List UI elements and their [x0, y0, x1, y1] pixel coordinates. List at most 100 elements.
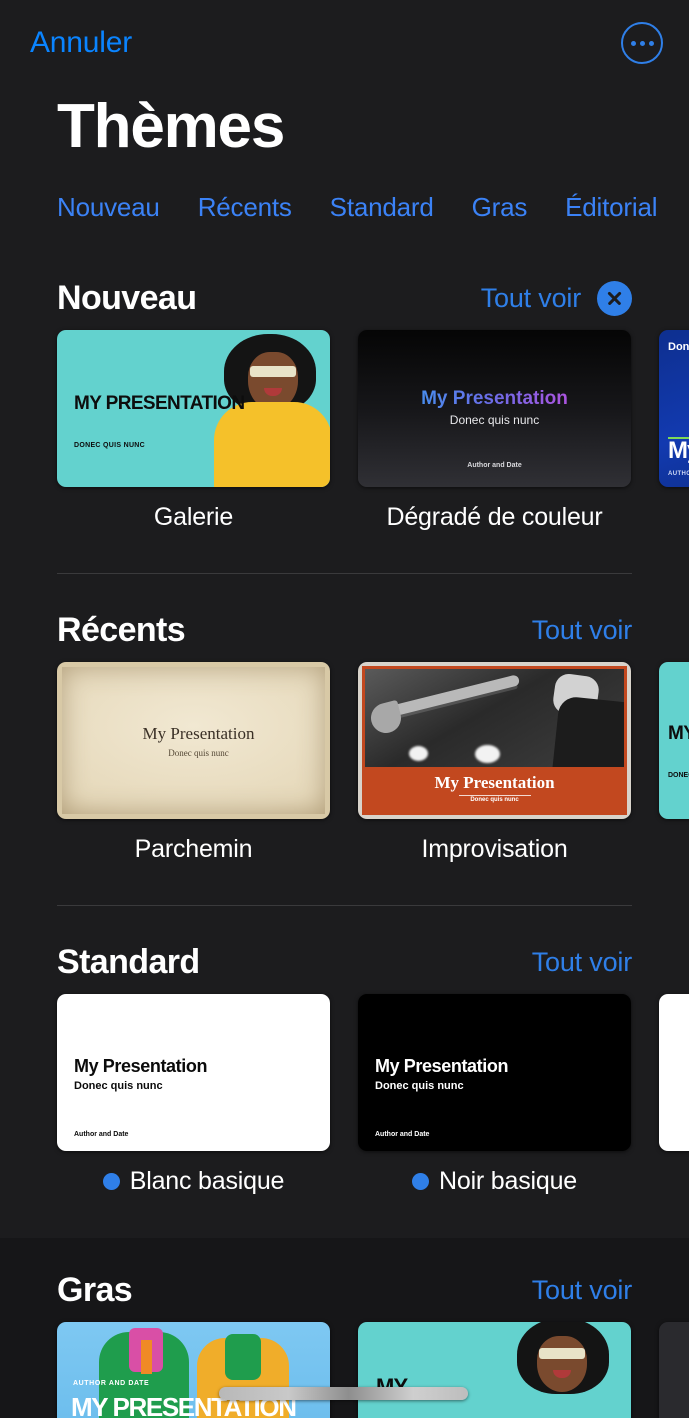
- theme-thumbnail-galerie[interactable]: MY PRESENTATION DONEC QUIS NUNC: [57, 330, 330, 487]
- slide-title: MY PRESENTATION: [668, 723, 689, 744]
- theme-thumbnail-partial-blue[interactable]: Donec My AUTHOR AND DATE: [659, 330, 689, 487]
- section-title: Récents: [57, 610, 186, 649]
- bokeh-light-2: [475, 745, 500, 763]
- theme-card-gras-3[interactable]: [659, 1322, 689, 1418]
- navigation-bar: Annuler: [0, 0, 689, 86]
- theme-name: Improvisation: [421, 835, 568, 863]
- slide-subtitle: Donec: [668, 341, 689, 353]
- see-all-button-recents[interactable]: Tout voir: [532, 615, 632, 646]
- slide-title: MY PRESENTATION: [74, 393, 245, 414]
- see-all-button-gras[interactable]: Tout voir: [532, 1275, 632, 1306]
- slide-subtitle: Donec quis nunc: [168, 748, 229, 758]
- section-actions: Tout voir: [532, 947, 632, 978]
- sunglasses-shape: [539, 1348, 585, 1359]
- theme-row-standard[interactable]: My Presentation Donec quis nunc Author a…: [0, 994, 689, 1196]
- theme-name: Dégradé de couleur: [386, 503, 603, 531]
- section-nouveau: Nouveau Tout voir MY PRESENTATION DONEC …: [0, 266, 689, 574]
- slide-footer: Author and Date: [74, 1131, 129, 1138]
- theme-label-blanc-basique: Blanc basique: [57, 1167, 330, 1196]
- orange-tie: [141, 1340, 152, 1374]
- slide-title: My Presentation: [358, 388, 631, 410]
- section-title: Standard: [57, 942, 200, 981]
- slide-subtitle: Donec quis nunc: [470, 797, 519, 803]
- theme-name: Blanc basique: [129, 1167, 285, 1195]
- see-all-button-standard[interactable]: Tout voir: [532, 947, 632, 978]
- theme-name: Galerie: [153, 503, 234, 531]
- section-actions: Tout voir: [532, 615, 632, 646]
- section-header-standard: Standard Tout voir: [0, 930, 689, 994]
- theme-row-nouveau[interactable]: MY PRESENTATION DONEC QUIS NUNC Galerie …: [0, 330, 689, 532]
- title-rule: [458, 795, 531, 796]
- theme-label-improvisation: Improvisation: [358, 835, 631, 864]
- theme-card-partial-teal[interactable]: MY PRESENTATION DONEC: [659, 662, 689, 819]
- slide-footer: AUTHOR AND DATE: [668, 471, 689, 477]
- more-circle-icon[interactable]: [621, 22, 663, 64]
- more-dot-1: [630, 40, 636, 46]
- theme-card-partial-blue[interactable]: Donec My AUTHOR AND DATE: [659, 330, 689, 487]
- theme-thumbnail-noir-basique[interactable]: My Presentation Donec quis nunc Author a…: [358, 994, 631, 1151]
- section-title: Nouveau: [57, 278, 197, 317]
- sweater-shape: [214, 402, 330, 487]
- section-header-recents: Récents Tout voir: [0, 598, 689, 662]
- theme-card-parchemin[interactable]: My Presentation Donec quis nunc Parchemi…: [57, 662, 330, 864]
- section-divider: [57, 573, 632, 574]
- theme-thumbnail-parchemin[interactable]: My Presentation Donec quis nunc: [57, 662, 330, 819]
- see-all-button-nouveau[interactable]: Tout voir: [481, 283, 581, 314]
- slide-subtitle: Donec quis nunc: [375, 1080, 464, 1092]
- slide-subtitle: AUTHOR AND DATE: [73, 1380, 150, 1387]
- theme-label-noir-basique: Noir basique: [358, 1167, 631, 1196]
- theme-thumbnail-gras-3[interactable]: [659, 1322, 689, 1418]
- category-tabs: Nouveau Récents Standard Gras Éditorial: [57, 192, 689, 223]
- theme-card-improvisation[interactable]: My Presentation Donec quis nunc Improvis…: [358, 662, 631, 864]
- theme-row-recents[interactable]: My Presentation Donec quis nunc Parchemi…: [0, 662, 689, 864]
- sunglasses-shape: [250, 366, 296, 377]
- theme-label-degrade: Dégradé de couleur: [358, 503, 631, 532]
- section-title: Gras: [57, 1270, 133, 1309]
- cancel-button[interactable]: Annuler: [30, 26, 132, 60]
- theme-card-noir-basique[interactable]: My Presentation Donec quis nunc Author a…: [358, 994, 631, 1196]
- theme-label-parchemin: Parchemin: [57, 835, 330, 864]
- slide-subtitle: DONEC: [668, 772, 689, 779]
- theme-card-blanc-basique[interactable]: My Presentation Donec quis nunc Author a…: [57, 994, 330, 1196]
- theme-card-galerie[interactable]: MY PRESENTATION DONEC QUIS NUNC Galerie: [57, 330, 330, 532]
- close-circle-icon[interactable]: [597, 280, 632, 316]
- themes-chooser-screen: Annuler Thèmes Nouveau Récents Standard …: [0, 0, 689, 1418]
- theme-thumbnail-gras-2[interactable]: MY: [358, 1322, 631, 1418]
- theme-thumbnail-partial-white[interactable]: [659, 994, 689, 1151]
- slide-title: My Presentation: [434, 773, 555, 792]
- theme-card-partial-white[interactable]: [659, 994, 689, 1151]
- tab-recents[interactable]: Récents: [198, 192, 292, 223]
- section-actions: Tout voir: [481, 280, 632, 316]
- tab-gras[interactable]: Gras: [472, 192, 528, 223]
- slide-title: My: [668, 437, 689, 464]
- tab-editorial[interactable]: Éditorial: [565, 192, 657, 223]
- face-shape: [537, 1336, 587, 1392]
- section-header-gras: Gras Tout voir: [0, 1258, 689, 1322]
- page-title: Thèmes: [57, 92, 285, 161]
- photo-trumpet-player: [365, 669, 624, 767]
- trumpet-body: [381, 674, 521, 719]
- tab-nouveau[interactable]: Nouveau: [57, 192, 160, 223]
- slide-title: My Presentation: [375, 1056, 509, 1076]
- tab-standard[interactable]: Standard: [330, 192, 434, 223]
- bokeh-light-1: [409, 746, 428, 761]
- theme-card-degrade-de-couleur[interactable]: My Presentation Donec quis nunc Author a…: [358, 330, 631, 532]
- theme-card-gras-2[interactable]: MY: [358, 1322, 631, 1418]
- slide-subtitle: Donec quis nunc: [449, 413, 540, 427]
- section-divider: [57, 905, 632, 906]
- theme-thumbnail-degrade[interactable]: My Presentation Donec quis nunc Author a…: [358, 330, 631, 487]
- theme-thumbnail-improvisation[interactable]: My Presentation Donec quis nunc: [358, 662, 631, 819]
- theme-thumbnail-gras-1[interactable]: AUTHOR AND DATE MY PRESENTATION: [57, 1322, 330, 1418]
- theme-thumbnail-blanc-basique[interactable]: My Presentation Donec quis nunc Author a…: [57, 994, 330, 1151]
- download-status-dot: [102, 1173, 120, 1190]
- theme-thumbnail-partial-teal[interactable]: MY PRESENTATION DONEC: [659, 662, 689, 819]
- section-recents: Récents Tout voir My Presentation Donec …: [0, 598, 689, 906]
- slide-title: My Presentation: [142, 724, 255, 743]
- orange-frame: My Presentation Donec quis nunc: [362, 666, 627, 815]
- slide-title: My Presentation: [74, 1056, 208, 1076]
- section-header-nouveau: Nouveau Tout voir: [0, 266, 689, 330]
- horizontal-drag-handle[interactable]: [219, 1387, 468, 1400]
- section-actions: Tout voir: [532, 1275, 632, 1306]
- theme-card-gras-1[interactable]: AUTHOR AND DATE MY PRESENTATION: [57, 1322, 330, 1418]
- theme-row-gras[interactable]: AUTHOR AND DATE MY PRESENTATION MY: [0, 1322, 689, 1418]
